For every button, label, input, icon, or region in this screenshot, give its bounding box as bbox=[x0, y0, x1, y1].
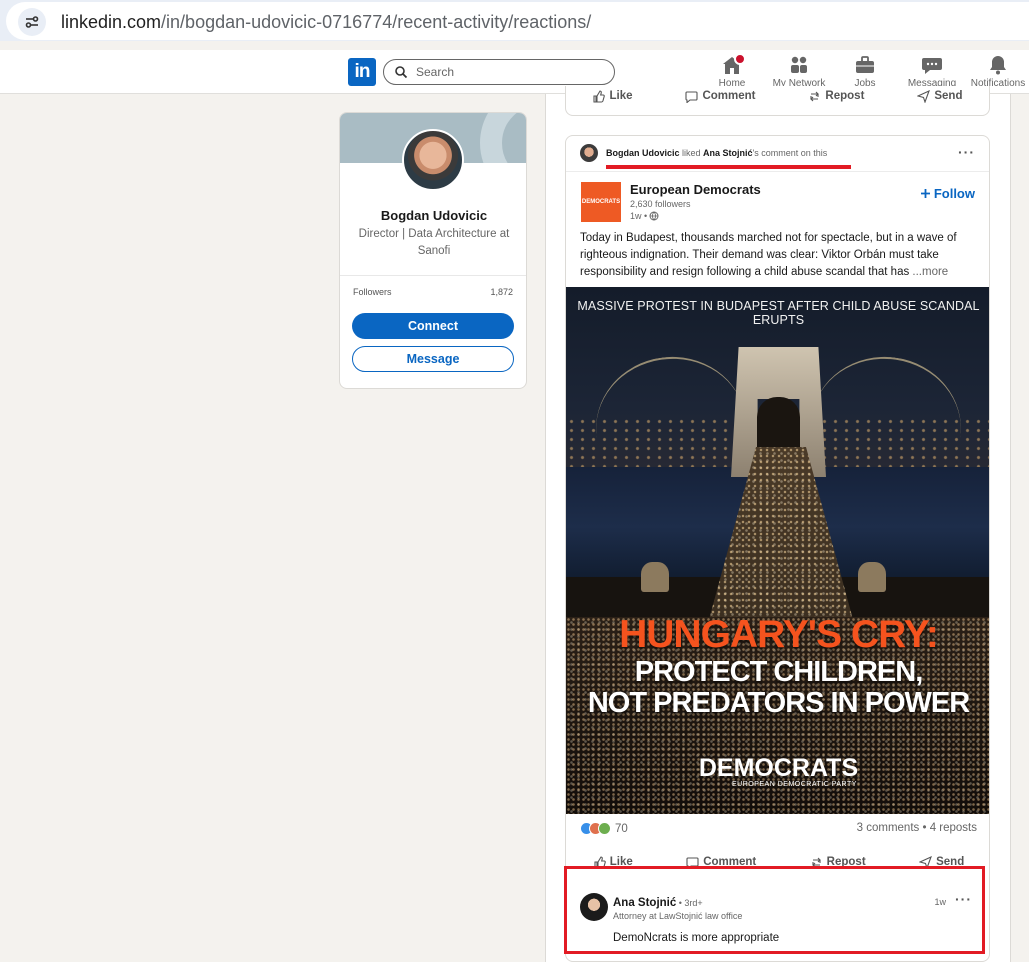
activity-suffix: 's comment on this bbox=[752, 148, 828, 158]
activity-actor[interactable]: Bogdan Udovicic bbox=[606, 148, 680, 158]
url-path: /in/bogdan-udovicic-0716774/recent-activ… bbox=[161, 12, 592, 32]
connection-degree: • 3rd+ bbox=[676, 898, 703, 908]
send-button[interactable]: Send bbox=[917, 89, 963, 103]
follow-label: Follow bbox=[933, 186, 975, 201]
red-annotation-underline bbox=[606, 165, 851, 169]
see-more-link[interactable]: ...more bbox=[912, 266, 948, 278]
reactions-summary[interactable]: 70 bbox=[580, 822, 628, 835]
like-button[interactable]: Like bbox=[592, 89, 633, 103]
activity-text: Bogdan Udovicic liked Ana Stojnić's comm… bbox=[606, 148, 827, 158]
send-icon bbox=[917, 89, 931, 103]
lion-statue bbox=[641, 562, 669, 592]
image-headline: HUNGARY'S CRY: bbox=[619, 613, 939, 656]
social-counts: 70 3 comments • 4 reposts bbox=[580, 821, 977, 837]
profile-avatar[interactable] bbox=[402, 129, 464, 191]
comment-button[interactable]: Comment bbox=[685, 90, 755, 103]
profile-card: Bogdan Udovicic Director | Data Architec… bbox=[339, 112, 527, 389]
notification-badge bbox=[734, 53, 746, 65]
activity-avatar[interactable] bbox=[580, 144, 598, 162]
repost-button[interactable]: Repost bbox=[808, 90, 864, 103]
message-button[interactable]: Message bbox=[352, 346, 514, 372]
repost-icon bbox=[810, 91, 820, 101]
repost-label: Repost bbox=[825, 90, 865, 102]
image-caption: MASSIVE PROTEST IN BUDAPEST AFTER CHILD … bbox=[577, 299, 980, 327]
messaging-icon bbox=[920, 54, 944, 76]
activity-target[interactable]: Ana Stojnić bbox=[703, 148, 753, 158]
more-options-icon[interactable]: ··· bbox=[958, 144, 975, 160]
activity-verb: liked bbox=[679, 148, 704, 158]
commenter-name-text: Ana Stojnić bbox=[613, 897, 677, 909]
lion-statue bbox=[858, 562, 886, 592]
comment-options-icon[interactable]: ··· bbox=[955, 891, 972, 907]
post-card: Bogdan Udovicic liked Ana Stojnić's comm… bbox=[565, 135, 990, 962]
post-text: Today in Budapest, thousands marched not… bbox=[580, 230, 976, 281]
image-brand: DEMOCRATS bbox=[698, 754, 859, 782]
reactions-count: 70 bbox=[615, 822, 628, 835]
url-text[interactable]: linkedin.com/in/bogdan-udovicic-0716774/… bbox=[61, 12, 591, 33]
image-subheadline: PROTECT CHILDREN, NOT PREDATORS IN POWER bbox=[566, 656, 989, 719]
followers-label: Followers bbox=[353, 287, 392, 297]
network-icon bbox=[787, 54, 811, 76]
company-followers: 2,630 followers bbox=[630, 199, 691, 209]
follow-button[interactable]: Follow bbox=[920, 186, 975, 201]
commenter-name[interactable]: Ana Stojnić • 3rd+ bbox=[613, 897, 703, 909]
support-reaction-icon bbox=[598, 822, 611, 835]
divider bbox=[340, 275, 526, 276]
post-image[interactable]: MASSIVE PROTEST IN BUDAPEST AFTER CHILD … bbox=[566, 287, 989, 814]
comments-reposts-count[interactable]: 3 comments • 4 reposts bbox=[857, 822, 977, 834]
home-icon bbox=[720, 53, 746, 76]
search-icon bbox=[395, 66, 408, 79]
comment-label: Comment bbox=[702, 90, 756, 102]
post-body: Today in Budapest, thousands marched not… bbox=[580, 232, 957, 278]
comment-text: DemoNcrats is more appropriate bbox=[613, 932, 780, 944]
image-subheadline-line1: PROTECT CHILDREN, bbox=[634, 656, 924, 688]
like-icon bbox=[593, 89, 606, 103]
search-input[interactable] bbox=[416, 63, 606, 81]
highlighted-comment: Ana Stojnić • 3rd+ Attorney at LawStojni… bbox=[564, 866, 985, 954]
image-subheadline-line2: NOT PREDATORS IN POWER bbox=[587, 687, 970, 719]
url-host: linkedin.com bbox=[61, 12, 162, 32]
search-box[interactable] bbox=[383, 59, 615, 85]
like-label: Like bbox=[609, 90, 633, 102]
send-label: Send bbox=[934, 90, 963, 102]
commenter-avatar[interactable] bbox=[580, 893, 608, 921]
connect-button[interactable]: Connect bbox=[352, 313, 514, 339]
profile-name[interactable]: Bogdan Udovicic bbox=[340, 208, 526, 223]
company-name[interactable]: European Democrats bbox=[630, 182, 761, 197]
browser-toolbar: linkedin.com/in/bogdan-udovicic-0716774/… bbox=[0, 0, 1029, 41]
profile-headline: Director | Data Architecture at Sanofi bbox=[358, 228, 510, 257]
image-brand-subtitle: EUROPEAN DEMOCRATIC PARTY bbox=[732, 781, 857, 788]
previous-post-card: Like Comment Repost Send bbox=[565, 86, 990, 116]
followers-count: 1,872 bbox=[490, 287, 513, 297]
activity-header: Bogdan Udovicic liked Ana Stojnić's comm… bbox=[566, 136, 989, 172]
linkedin-logo[interactable]: in bbox=[348, 58, 376, 86]
address-bar[interactable]: linkedin.com/in/bogdan-udovicic-0716774/… bbox=[6, 2, 1029, 40]
company-logo[interactable]: DEMOCRATS bbox=[581, 182, 621, 222]
previous-post-actions: Like Comment Repost Send bbox=[566, 86, 989, 106]
commenter-title: Attorney at LawStojnić law office bbox=[613, 911, 743, 921]
site-settings-icon[interactable] bbox=[18, 8, 46, 36]
post-time-text: 1w • bbox=[630, 211, 648, 221]
post-time: 1w • bbox=[630, 211, 659, 221]
briefcase-icon bbox=[853, 54, 877, 76]
bell-icon bbox=[986, 54, 1010, 76]
comment-time: 1w bbox=[934, 897, 946, 907]
plus-icon bbox=[920, 189, 930, 198]
globe-icon bbox=[649, 211, 659, 221]
comment-icon bbox=[685, 90, 698, 103]
